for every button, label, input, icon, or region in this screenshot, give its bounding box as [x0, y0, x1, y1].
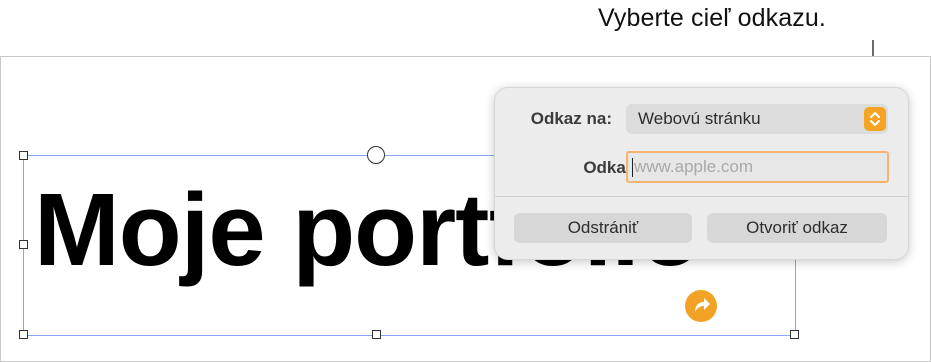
rotate-handle-icon[interactable]: [367, 146, 385, 164]
text-cursor: [632, 158, 633, 177]
popover-divider: [495, 196, 908, 197]
resize-handle-top-left[interactable]: [19, 151, 28, 160]
link-to-select[interactable]: Webovú stránku: [626, 104, 888, 134]
resize-handle-bottom-left[interactable]: [19, 330, 28, 339]
link-label: Odkaz:: [583, 158, 640, 177]
screenshot-stage: Vyberte cieľ odkazu. Moje portfolio Odka…: [0, 0, 931, 362]
link-url-input[interactable]: [634, 153, 882, 181]
link-to-select-value: Webovú stránku: [638, 109, 761, 128]
link-arrow-icon[interactable]: [685, 290, 717, 322]
remove-link-button[interactable]: Odstrániť: [514, 213, 692, 243]
resize-handle-middle-left[interactable]: [19, 240, 28, 249]
link-arrow-glyph: [695, 298, 710, 312]
link-popover: Odkaz na: Webovú stránku Odkaz: Odstráni…: [494, 87, 909, 260]
resize-handle-bottom-middle[interactable]: [372, 330, 381, 339]
stepper-glyph: [870, 112, 880, 126]
open-link-button[interactable]: Otvoriť odkaz: [707, 213, 887, 243]
link-url-field[interactable]: [626, 151, 889, 183]
callout-text: Vyberte cieľ odkazu.: [598, 4, 826, 32]
up-down-chevron-icon[interactable]: [864, 107, 886, 131]
resize-handle-bottom-right[interactable]: [790, 330, 799, 339]
link-to-label: Odkaz na:: [530, 109, 612, 128]
